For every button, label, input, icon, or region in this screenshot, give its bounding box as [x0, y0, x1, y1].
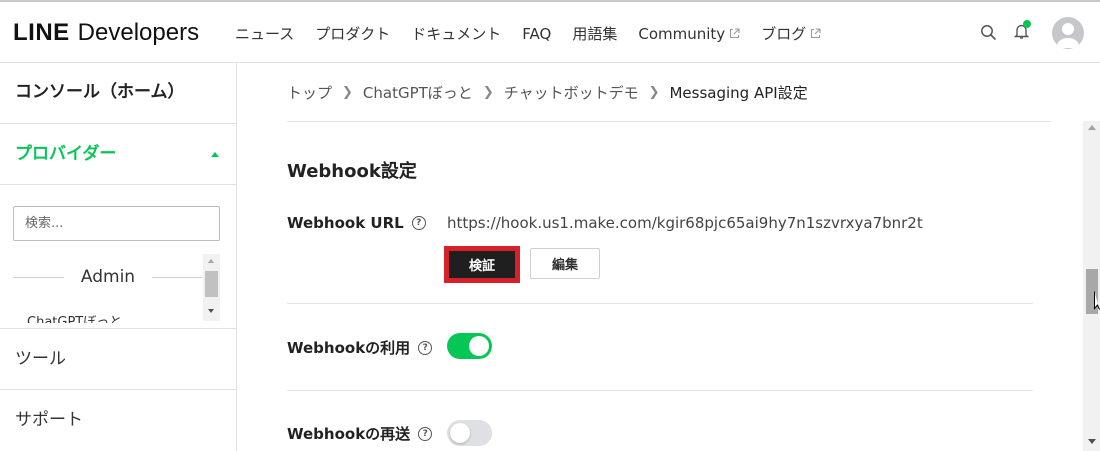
nav-item-news[interactable]: ニュース — [235, 23, 294, 44]
nav-item-glossary[interactable]: 用語集 — [572, 23, 617, 44]
sidebar: コンソール（ホーム） プロバイダー Admin ChatGPTぼっと ツール サ… — [0, 63, 237, 451]
section-title: Webhook設定 — [287, 161, 417, 182]
verify-highlight-box: 検証 — [444, 246, 520, 283]
webhook-redelivery-toggle[interactable] — [447, 420, 492, 446]
provider-list-scrollbar[interactable] — [203, 254, 220, 321]
chevron-right-icon: ❯ — [342, 85, 353, 100]
divider — [287, 390, 1033, 391]
breadcrumb-item-channel[interactable]: チャットボットデモ — [504, 82, 639, 103]
help-icon[interactable]: ? — [411, 216, 426, 230]
label-text: Webhookの再送 — [287, 425, 411, 443]
help-icon[interactable]: ? — [418, 340, 433, 355]
nav-label: ブログ — [761, 25, 807, 43]
external-link-icon — [730, 28, 740, 39]
edit-button[interactable]: 編集 — [530, 248, 600, 279]
scroll-up-arrow-icon[interactable] — [208, 259, 214, 263]
external-link-icon — [811, 28, 821, 39]
toggle-knob — [450, 423, 470, 443]
bell-icon[interactable] — [1013, 20, 1031, 44]
breadcrumb-item-provider[interactable]: ChatGPTぼっと — [363, 82, 473, 103]
sidebar-item-tools[interactable]: ツール — [0, 328, 236, 390]
label-text: Webhook URL — [287, 214, 404, 232]
scroll-up-arrow-icon[interactable] — [1088, 125, 1096, 130]
webhook-url-value: https://hook.us1.make.com/kgir68pjc65ai9… — [447, 214, 923, 232]
scroll-thumb[interactable] — [205, 271, 218, 297]
use-webhook-toggle[interactable] — [447, 333, 492, 359]
nav-label: ドキュメント — [411, 25, 502, 43]
nav-item-faq[interactable]: FAQ — [522, 23, 551, 44]
chevron-right-icon: ❯ — [648, 85, 660, 100]
help-icon[interactable]: ? — [418, 426, 433, 441]
sidebar-item-provider[interactable]: プロバイダー — [0, 124, 236, 185]
admin-section-divider: Admin — [14, 265, 202, 289]
nav-label: プロダクト — [315, 25, 391, 43]
nav-label: 用語集 — [572, 25, 618, 43]
provider-list-item[interactable]: ChatGPTぼっと — [27, 311, 122, 323]
nav-label: ニュース — [235, 25, 295, 43]
label-text: Webhookの利用 — [287, 339, 411, 357]
chevron-right-icon: ❯ — [482, 85, 494, 100]
search-icon[interactable] — [980, 24, 997, 45]
page-scrollbar[interactable] — [1083, 121, 1100, 451]
avatar[interactable] — [1052, 17, 1084, 49]
sidebar-item-label: プロバイダー — [15, 144, 117, 164]
toggle-knob — [469, 336, 489, 356]
caret-up-icon — [211, 152, 219, 157]
logo-brand: LINE — [13, 19, 70, 46]
divider-line — [152, 277, 202, 278]
use-webhook-label: Webhookの利用 ? — [287, 337, 433, 358]
nav-item-blog[interactable]: ブログ — [761, 23, 821, 44]
line-developers-logo[interactable]: LINE Developers — [13, 19, 199, 47]
breadcrumb-item-top[interactable]: トップ — [287, 82, 332, 103]
nav-item-documents[interactable]: ドキュメント — [411, 23, 501, 44]
nav-item-products[interactable]: プロダクト — [315, 23, 390, 44]
top-header: LINE Developers ニュース プロダクト ドキュメント FAQ 用語集… — [0, 0, 1100, 63]
nav-label: Community — [638, 24, 726, 43]
breadcrumb-item-current: Messaging API設定 — [669, 84, 808, 102]
webhook-redelivery-label: Webhookの再送 ? — [287, 423, 433, 444]
main-nav: ニュース プロダクト ドキュメント FAQ 用語集 Community ブログ — [235, 23, 842, 44]
breadcrumb: トップ ❯ ChatGPTぼっと ❯ チャットボットデモ ❯ Messaging… — [287, 82, 808, 103]
divider — [287, 121, 1051, 122]
scroll-down-arrow-icon[interactable] — [208, 309, 214, 313]
sidebar-item-support[interactable]: サポート — [0, 390, 236, 451]
provider-search-input[interactable] — [13, 206, 220, 241]
divider — [287, 303, 1033, 304]
nav-label: FAQ — [522, 24, 552, 43]
notification-dot — [1023, 20, 1031, 28]
scroll-down-arrow-icon[interactable] — [1088, 439, 1096, 444]
webhook-url-label: Webhook URL ? — [287, 214, 426, 232]
verify-button[interactable]: 検証 — [449, 251, 515, 278]
sidebar-item-console-home[interactable]: コンソール（ホーム） — [0, 63, 236, 124]
mouse-cursor-icon — [1094, 291, 1100, 310]
nav-item-community[interactable]: Community — [638, 23, 740, 44]
logo-sub: Developers — [77, 19, 200, 46]
